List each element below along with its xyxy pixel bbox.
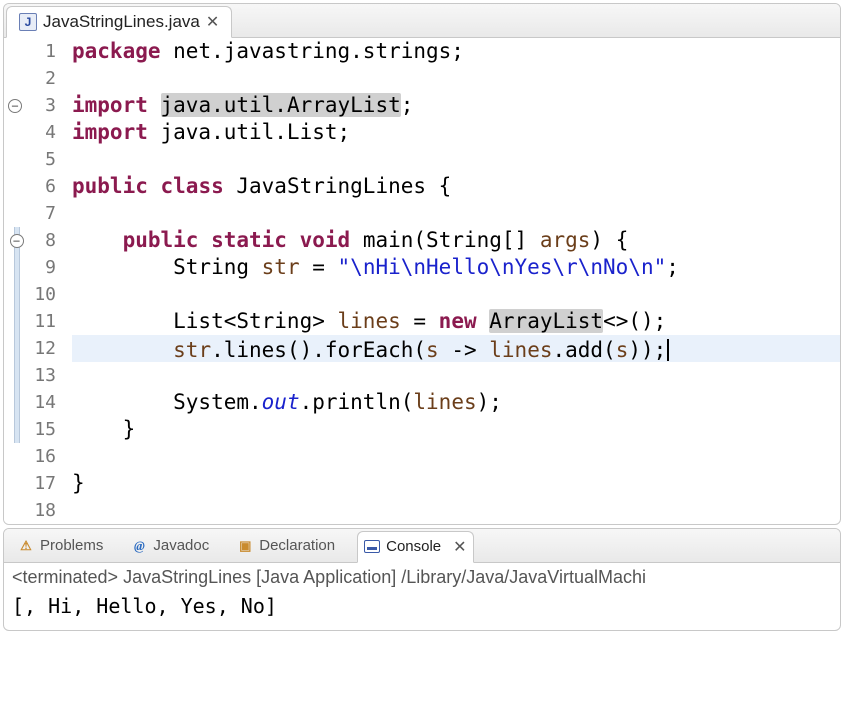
gutter-fold-markers: −− bbox=[4, 38, 26, 524]
code-line[interactable]: } bbox=[72, 416, 840, 443]
code-line[interactable]: package net.javastring.strings; bbox=[72, 38, 840, 65]
line-number: 12 bbox=[26, 335, 62, 362]
line-number: 3 bbox=[26, 92, 62, 119]
line-number: 13 bbox=[26, 362, 62, 389]
code-line[interactable] bbox=[72, 281, 840, 308]
close-tab-icon[interactable]: ✕ bbox=[206, 12, 219, 32]
editor-tab-active[interactable]: J JavaStringLines.java ✕ bbox=[6, 6, 232, 38]
tab-console[interactable]: Console ✕ bbox=[357, 531, 473, 563]
code-line[interactable]: System.out.println(lines); bbox=[72, 389, 840, 416]
line-number: 5 bbox=[26, 146, 62, 173]
problems-icon: ⚠ bbox=[18, 538, 34, 554]
gutter-marker-row bbox=[4, 443, 26, 470]
bottom-tab-bar: ⚠ Problems @ Javadoc ▣ Declaration Conso… bbox=[4, 529, 840, 563]
tab-javadoc-label: Javadoc bbox=[153, 537, 209, 554]
java-file-icon: J bbox=[19, 13, 37, 31]
gutter-marker-row: − bbox=[4, 92, 26, 119]
code-line[interactable]: } bbox=[72, 470, 840, 497]
console-status-line: <terminated> JavaStringLines [Java Appli… bbox=[12, 567, 832, 588]
code-area[interactable]: package net.javastring.strings; import ja… bbox=[62, 38, 840, 524]
gutter-marker-row bbox=[4, 335, 26, 362]
method-block-marker bbox=[14, 254, 20, 281]
line-number: 15 bbox=[26, 416, 62, 443]
gutter-line-numbers: 123456789101112131415161718 bbox=[26, 38, 62, 524]
code-line[interactable]: List<String> lines = new ArrayList<>(); bbox=[72, 308, 840, 335]
gutter-marker-row bbox=[4, 497, 26, 524]
method-block-marker bbox=[14, 308, 20, 335]
tab-declaration[interactable]: ▣ Declaration bbox=[231, 533, 341, 558]
line-number: 16 bbox=[26, 443, 62, 470]
code-line[interactable] bbox=[72, 65, 840, 92]
fold-toggle-icon[interactable]: − bbox=[10, 234, 24, 248]
line-number: 4 bbox=[26, 119, 62, 146]
gutter-marker-row bbox=[4, 119, 26, 146]
code-line[interactable] bbox=[72, 146, 840, 173]
gutter-marker-row: − bbox=[4, 227, 26, 254]
gutter-marker-row bbox=[4, 146, 26, 173]
tab-problems[interactable]: ⚠ Problems bbox=[12, 533, 109, 558]
line-number: 10 bbox=[26, 281, 62, 308]
line-number: 1 bbox=[26, 38, 62, 65]
gutter-marker-row bbox=[4, 416, 26, 443]
code-editor[interactable]: −− 123456789101112131415161718 package n… bbox=[4, 38, 840, 524]
gutter-marker-row bbox=[4, 389, 26, 416]
method-block-marker bbox=[14, 416, 20, 443]
gutter-marker-row bbox=[4, 254, 26, 281]
editor-tab-bar: J JavaStringLines.java ✕ bbox=[4, 4, 840, 38]
gutter-marker-row bbox=[4, 308, 26, 335]
tab-declaration-label: Declaration bbox=[259, 537, 335, 554]
code-line[interactable]: public static void main(String[] args) { bbox=[72, 227, 840, 254]
code-line[interactable]: public class JavaStringLines { bbox=[72, 173, 840, 200]
javadoc-icon: @ bbox=[131, 538, 147, 554]
gutter-marker-row bbox=[4, 470, 26, 497]
console-body: <terminated> JavaStringLines [Java Appli… bbox=[4, 563, 840, 630]
code-line[interactable]: import java.util.ArrayList; bbox=[72, 92, 840, 119]
gutter-marker-row bbox=[4, 362, 26, 389]
gutter-marker-row bbox=[4, 200, 26, 227]
code-line[interactable] bbox=[72, 497, 840, 524]
console-output-line: [, Hi, Hello, Yes, No] bbox=[12, 594, 832, 618]
method-block-marker bbox=[14, 281, 20, 308]
method-block-marker bbox=[14, 389, 20, 416]
code-line[interactable] bbox=[72, 200, 840, 227]
bottom-pane: ⚠ Problems @ Javadoc ▣ Declaration Conso… bbox=[3, 528, 841, 631]
gutter-marker-row bbox=[4, 281, 26, 308]
tab-console-label: Console bbox=[386, 538, 441, 555]
code-line[interactable] bbox=[72, 443, 840, 470]
line-number: 18 bbox=[26, 497, 62, 524]
text-caret bbox=[667, 339, 669, 361]
console-icon bbox=[364, 540, 380, 553]
method-block-marker bbox=[14, 362, 20, 389]
close-view-icon[interactable]: ✕ bbox=[453, 537, 466, 557]
code-line[interactable] bbox=[72, 362, 840, 389]
line-number: 14 bbox=[26, 389, 62, 416]
declaration-icon: ▣ bbox=[237, 538, 253, 554]
line-number: 8 bbox=[26, 227, 62, 254]
gutter-marker-row bbox=[4, 38, 26, 65]
line-number: 7 bbox=[26, 200, 62, 227]
line-number: 17 bbox=[26, 470, 62, 497]
line-number: 11 bbox=[26, 308, 62, 335]
line-number: 9 bbox=[26, 254, 62, 281]
editor-tab-filename: JavaStringLines.java bbox=[43, 12, 200, 32]
code-line[interactable]: str.lines().forEach(s -> lines.add(s)); bbox=[72, 335, 840, 362]
line-number: 6 bbox=[26, 173, 62, 200]
editor-pane: J JavaStringLines.java ✕ −− 123456789101… bbox=[3, 3, 841, 525]
line-number: 2 bbox=[26, 65, 62, 92]
tab-javadoc[interactable]: @ Javadoc bbox=[125, 533, 215, 558]
fold-toggle-icon[interactable]: − bbox=[8, 99, 22, 113]
gutter-marker-row bbox=[4, 173, 26, 200]
gutter-marker-row bbox=[4, 65, 26, 92]
method-block-marker bbox=[14, 335, 20, 362]
code-line[interactable]: import java.util.List; bbox=[72, 119, 840, 146]
tab-problems-label: Problems bbox=[40, 537, 103, 554]
code-line[interactable]: String str = "\nHi\nHello\nYes\r\nNo\n"; bbox=[72, 254, 840, 281]
